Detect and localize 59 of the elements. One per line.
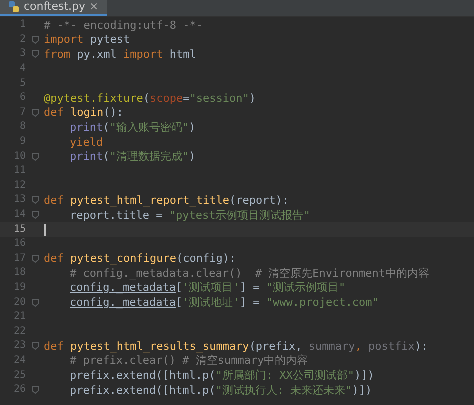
python-file-icon: [8, 1, 20, 13]
code-line: # -*- encoding:utf-8 -*-: [44, 20, 203, 31]
code-line: def pytest_configure(config):: [44, 253, 236, 264]
line-number: 17: [12, 254, 26, 264]
fold-marker-icon[interactable]: [32, 386, 38, 394]
line-number: 1: [18, 20, 26, 30]
code-line: config._metadata['测试项目'] = "测试示例项目": [70, 282, 346, 294]
code-line: report.title = "pytest示例项目测试报告": [70, 210, 310, 221]
line-number: 13: [12, 195, 26, 206]
code-line: prefix.extend([html.p("测试执行人: 未来还未来")]): [70, 384, 372, 396]
fold-marker-icon[interactable]: [32, 298, 38, 307]
line-number: 20: [12, 298, 26, 308]
file-tab[interactable]: conftest.py ×: [0, 0, 107, 16]
line-number: 19: [12, 282, 26, 293]
close-icon[interactable]: ×: [90, 0, 99, 16]
code-line: import pytest: [44, 34, 130, 46]
code-line: print("输入账号密码"): [70, 122, 196, 133]
code-line: @pytest.fixture(scope="session"): [44, 92, 256, 104]
fold-marker-icon[interactable]: [32, 196, 38, 204]
line-number: 23: [12, 341, 26, 352]
line-number: 24: [12, 356, 26, 366]
code-line: def login():: [44, 107, 124, 118]
code-line: # prefix.clear() # 清空summary中的内容: [70, 355, 308, 366]
line-number: 16: [12, 239, 26, 250]
line-number: 25: [12, 370, 26, 381]
fold-marker-icon[interactable]: [32, 36, 38, 44]
line-number: 14: [12, 210, 26, 220]
code-line: yield: [70, 136, 104, 148]
line-number: 11: [12, 166, 26, 176]
line-number: 12: [12, 180, 26, 191]
line-number: 8: [18, 122, 26, 132]
text-cursor: [44, 224, 46, 236]
code-line: def pytest_html_report_title(report):: [44, 194, 290, 206]
code-line: from py.xml import html: [44, 48, 196, 60]
fold-marker-icon[interactable]: [32, 50, 38, 58]
fold-marker-icon[interactable]: [32, 152, 38, 161]
line-number: 5: [18, 78, 26, 89]
fold-marker-icon[interactable]: [32, 211, 38, 220]
code-line: def pytest_html_results_summary(prefix, summary, postfix):: [44, 340, 428, 352]
fold-marker-icon[interactable]: [32, 108, 38, 117]
line-number: 7: [18, 108, 26, 118]
line-number: 4: [18, 64, 26, 74]
line-number: 6: [18, 93, 26, 104]
line-number: 3: [18, 49, 26, 60]
code-line: config._metadata['测试地址'] = "www.project.com": [70, 297, 379, 308]
code-line: print("清理数据完成"): [70, 151, 196, 162]
line-number: 18: [12, 268, 26, 278]
fold-marker-icon[interactable]: [32, 342, 38, 350]
fold-marker-icon[interactable]: [32, 254, 38, 263]
line-number: 15: [12, 224, 26, 235]
line-number: 2: [18, 34, 26, 45]
code-line: # config._metadata.clear() # 清空原先Environment中的内容: [70, 268, 430, 279]
line-number: 9: [18, 137, 26, 148]
tab-label: conftest.py: [24, 0, 86, 15]
line-number: 22: [12, 326, 26, 337]
line-number: 10: [12, 152, 26, 162]
code-line: prefix.extend([html.p("所属部门: XX公司测试部")]): [70, 370, 374, 382]
line-number: 26: [12, 385, 26, 396]
line-number: 21: [12, 312, 26, 322]
